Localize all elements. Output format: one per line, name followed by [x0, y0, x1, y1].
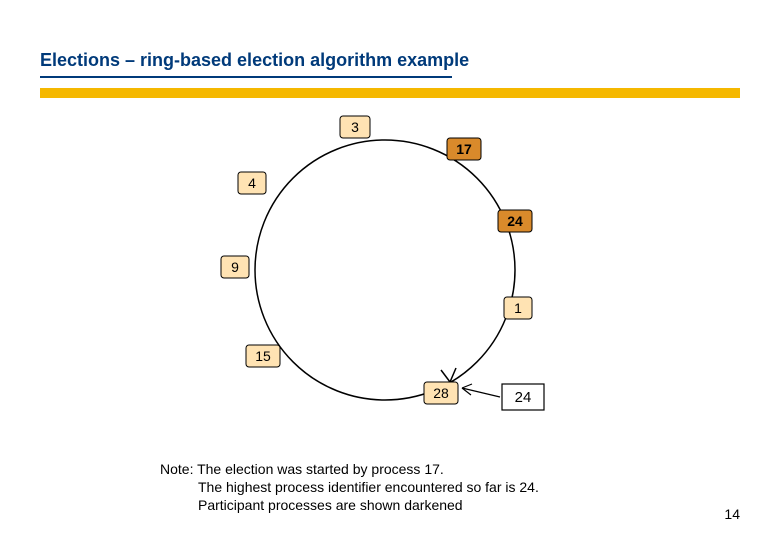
- ring-svg: 24 3 17 24 1 28 15 9: [200, 110, 580, 440]
- message-label: 24: [515, 389, 532, 406]
- ring-circle: [255, 140, 515, 400]
- node-1: 1: [504, 297, 532, 319]
- node-15: 15: [246, 345, 280, 367]
- title-underline: [40, 76, 452, 78]
- gold-divider-bar: [40, 88, 740, 98]
- node-label: 1: [514, 300, 522, 316]
- node-label: 4: [248, 175, 256, 191]
- node-9: 9: [221, 256, 249, 278]
- ring-diagram: 24 3 17 24 1 28 15 9: [200, 110, 580, 440]
- note-line-1: Note: The election was started by proces…: [160, 460, 539, 478]
- page-title: Elections – ring-based election algorith…: [40, 50, 469, 71]
- node-3: 3: [340, 116, 370, 138]
- node-label: 9: [231, 259, 239, 275]
- node-24: 24: [498, 210, 532, 232]
- page-number: 14: [724, 506, 740, 522]
- node-4: 4: [238, 172, 266, 194]
- node-label: 17: [456, 141, 472, 157]
- note-line-3: Participant processes are shown darkened: [160, 496, 539, 514]
- note-line-2: The highest process identifier encounter…: [160, 478, 539, 496]
- node-label: 24: [507, 213, 523, 229]
- node-label: 15: [255, 348, 271, 364]
- node-17: 17: [447, 138, 481, 160]
- node-28: 28: [424, 382, 458, 404]
- node-label: 28: [433, 385, 449, 401]
- note-block: Note: The election was started by proces…: [160, 460, 539, 515]
- node-label: 3: [351, 119, 359, 135]
